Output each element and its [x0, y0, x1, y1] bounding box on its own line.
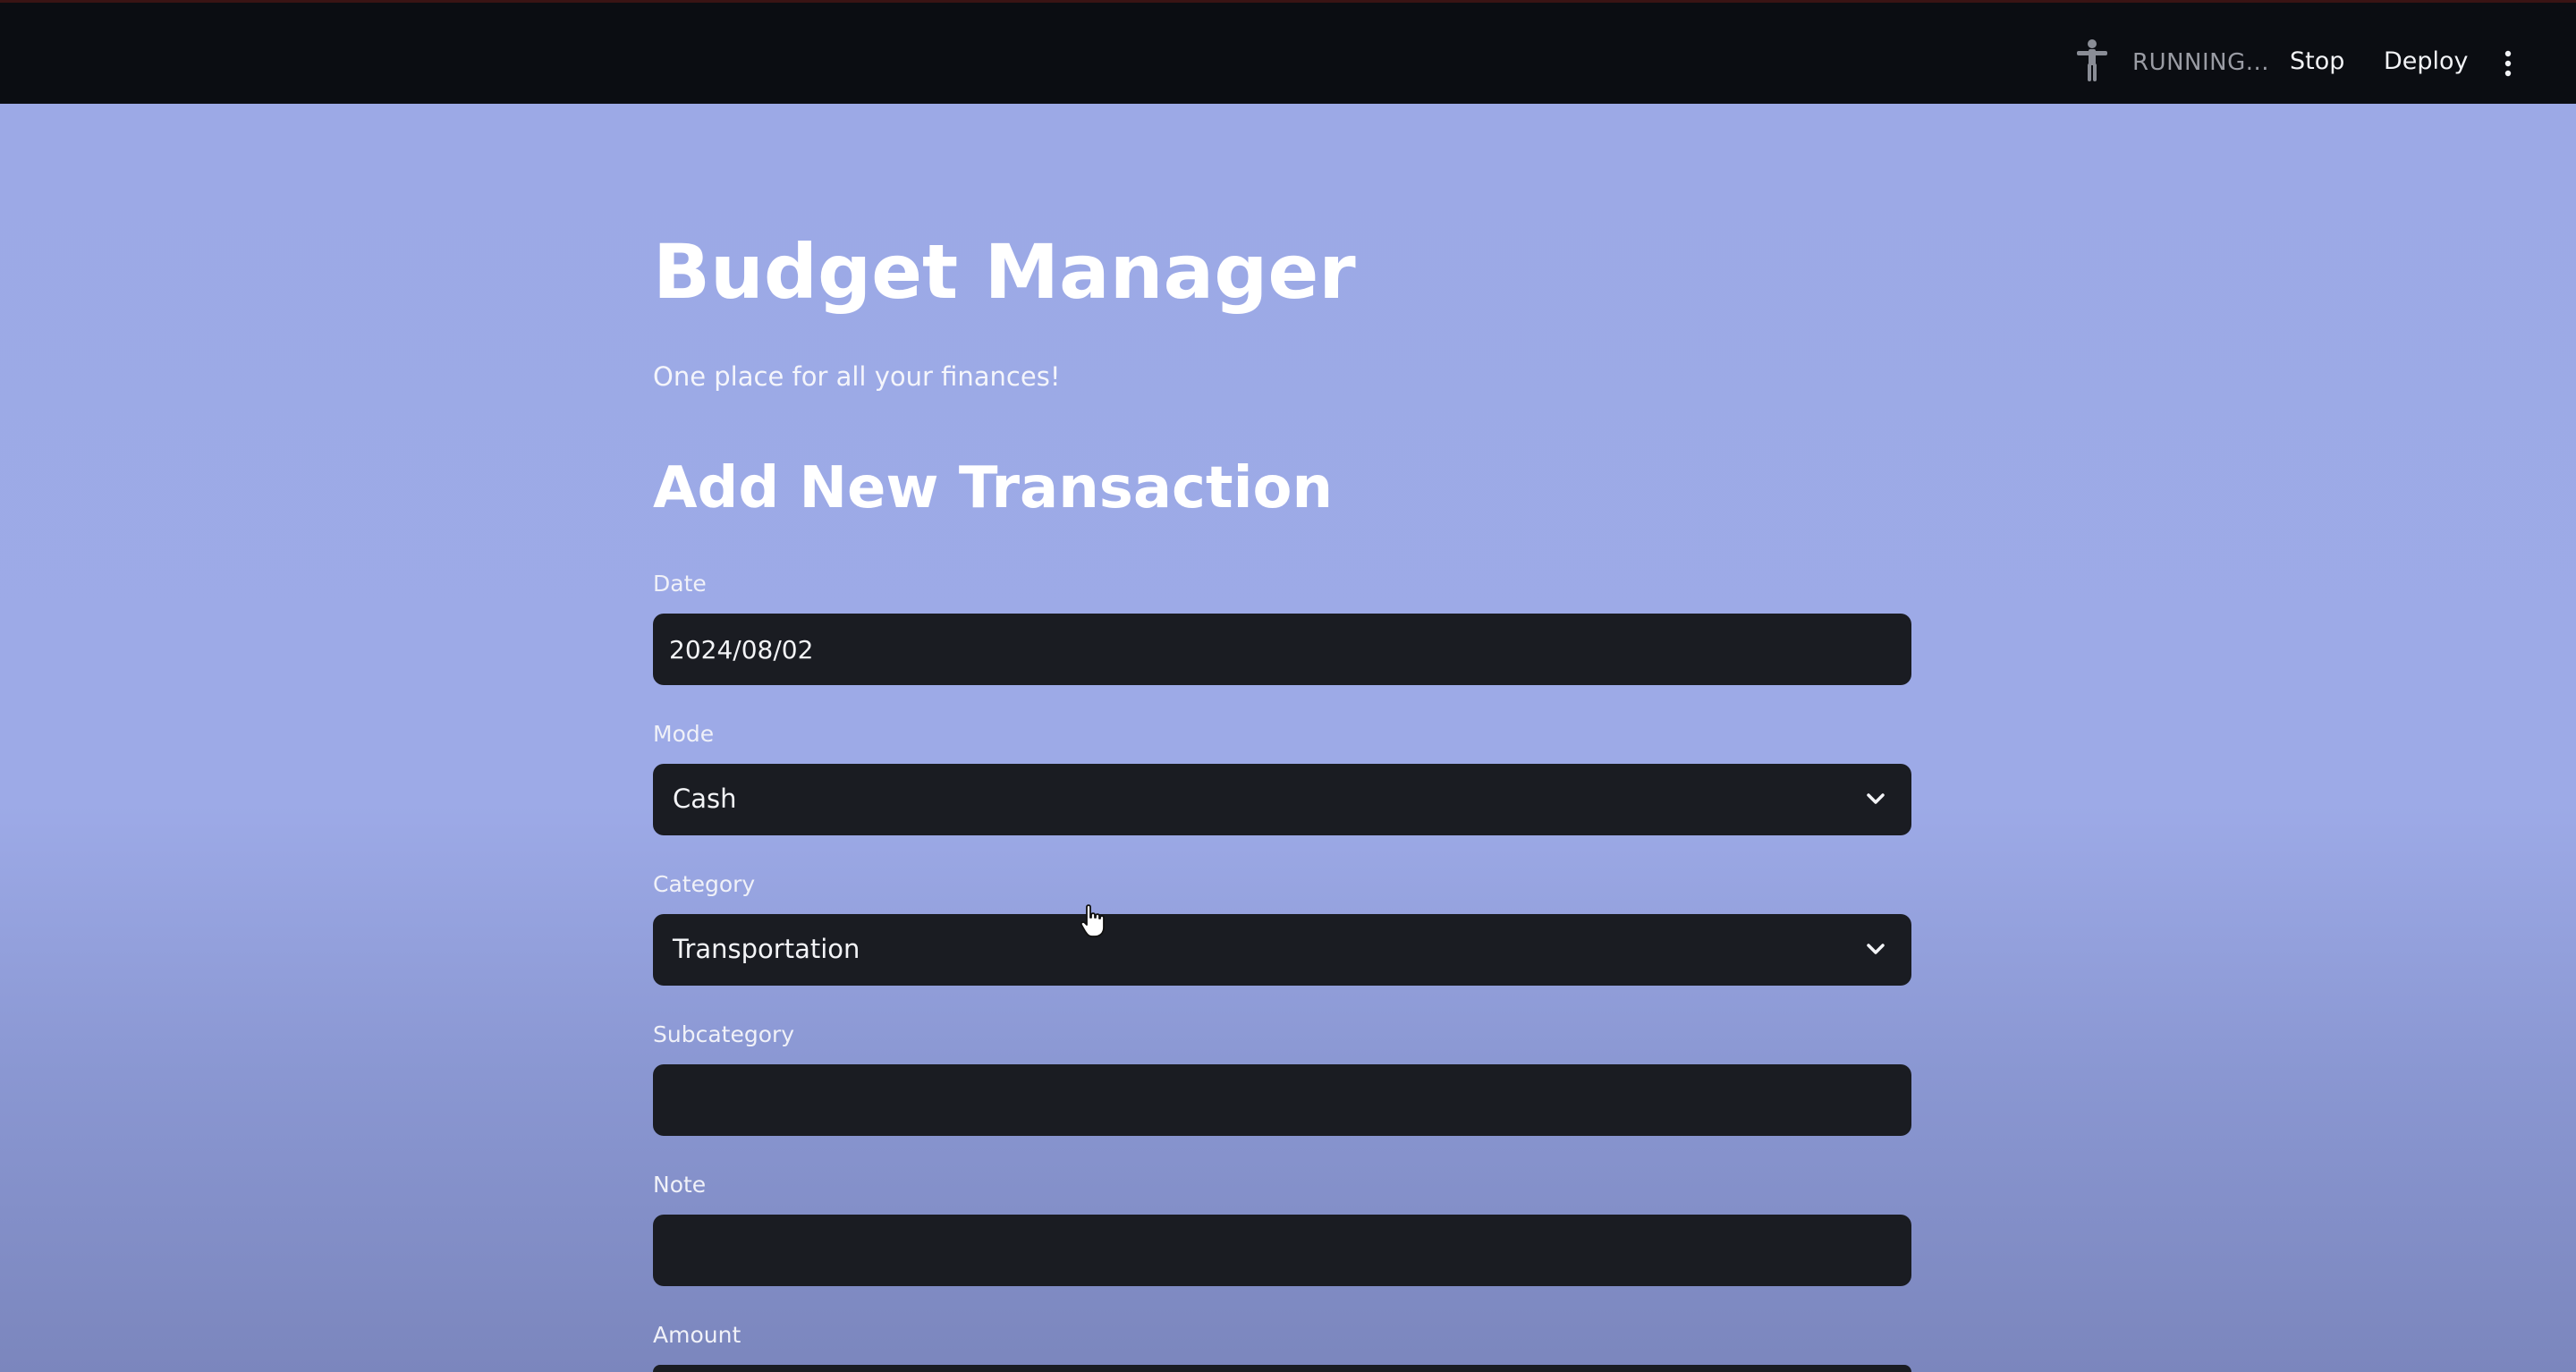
- note-label: Note: [653, 1172, 707, 1198]
- category-label: Category: [653, 871, 756, 897]
- category-selected-value: Transportation: [673, 934, 860, 964]
- top-toolbar: RUNNING... Stop Deploy: [0, 0, 2576, 104]
- date-input[interactable]: [653, 614, 1911, 685]
- category-select[interactable]: Transportation: [653, 914, 1911, 986]
- date-label: Date: [653, 571, 707, 597]
- date-field-container: [653, 614, 1911, 685]
- amount-label: Amount: [653, 1322, 741, 1348]
- mode-select[interactable]: Cash: [653, 764, 1911, 835]
- deploy-button[interactable]: Deploy: [2384, 47, 2469, 75]
- chevron-down-icon: [1867, 944, 1885, 954]
- vertical-ellipsis-icon[interactable]: [2497, 49, 2519, 78]
- chevron-down-icon: [1867, 793, 1885, 804]
- mode-label: Mode: [653, 721, 715, 747]
- subcategory-input[interactable]: [653, 1064, 1911, 1136]
- amount-input[interactable]: [653, 1365, 1911, 1372]
- section-heading: Add New Transaction: [653, 455, 1334, 521]
- note-input[interactable]: [653, 1215, 1911, 1286]
- subcategory-field-container: [653, 1064, 1911, 1136]
- hand-cursor-icon: [1080, 904, 1105, 937]
- subcategory-label: Subcategory: [653, 1021, 795, 1047]
- stop-button[interactable]: Stop: [2290, 47, 2344, 75]
- note-field-container: [653, 1215, 1911, 1286]
- running-status: RUNNING...: [2132, 49, 2270, 76]
- page-subtitle: One place for all your finances!: [653, 361, 1061, 392]
- mode-selected-value: Cash: [673, 783, 737, 814]
- running-figure-icon: [2077, 39, 2107, 81]
- page-title: Budget Manager: [653, 228, 1356, 316]
